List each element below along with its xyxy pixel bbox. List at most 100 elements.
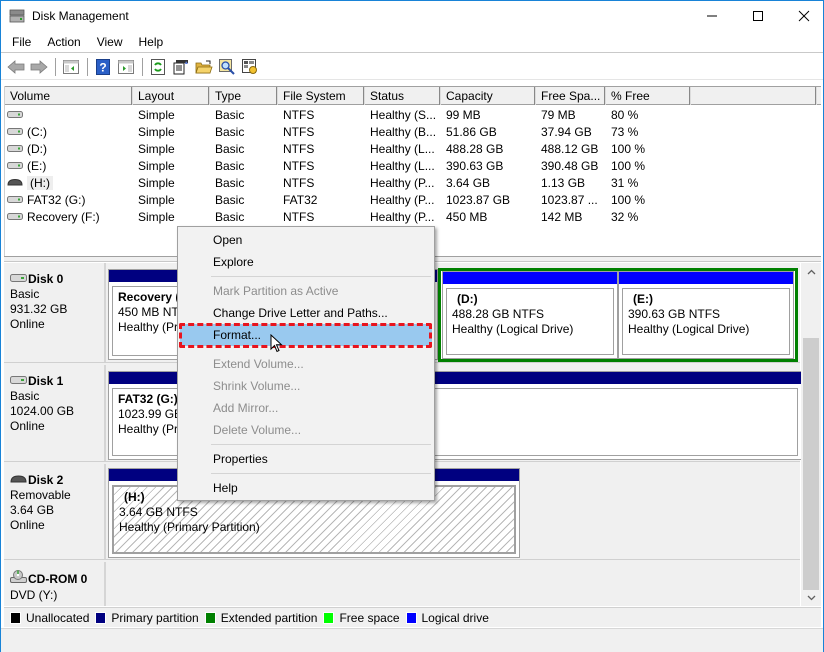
column-header-layout[interactable]: Layout — [133, 87, 210, 105]
legend-label: Primary partition — [111, 610, 199, 625]
volume-row[interactable]: (E:) Simple Basic NTFS Healthy (L... 390.63 G… — [5, 157, 691, 174]
back-button[interactable] — [5, 57, 27, 77]
hard-disk-icon — [10, 272, 27, 287]
column-header-type[interactable]: Type — [210, 87, 278, 105]
capacity-cell: 99 MB — [446, 107, 481, 122]
partition-name: (D:) — [457, 292, 478, 306]
context-menu-separator — [211, 444, 431, 445]
maximize-button[interactable] — [735, 1, 781, 31]
context-menu-item-properties[interactable]: Properties — [180, 448, 432, 470]
menu-help[interactable]: Help — [133, 33, 170, 52]
properties-button[interactable] — [170, 57, 192, 77]
scroll-up-button[interactable] — [801, 263, 821, 280]
status-cell: Healthy (L... — [370, 158, 435, 173]
percent-free-cell: 31 % — [611, 175, 639, 190]
partition-size: 3.64 GB NTFS — [119, 505, 198, 519]
percent-free-cell: 32 % — [611, 209, 639, 224]
volume-cell: Recovery (F:) — [5, 210, 133, 224]
close-button[interactable] — [781, 1, 824, 31]
menu-view[interactable]: View — [91, 33, 129, 52]
svg-text:?: ? — [99, 61, 106, 75]
toolbar-separator — [142, 58, 143, 76]
open-button[interactable] — [193, 57, 215, 77]
free-space-cell: 142 MB — [541, 209, 583, 224]
toolbar-separator — [87, 58, 88, 76]
volume-cell: (E:) — [5, 159, 133, 173]
free-space-cell: 488.12 GB — [541, 141, 599, 156]
action-pane-icon — [118, 60, 134, 74]
disk-0-type: Basic — [10, 287, 40, 301]
context-menu-item-shrink-volume[interactable]: Shrink Volume... — [180, 375, 432, 397]
volume-row[interactable]: FAT32 (G:) Simple Basic FAT32 Healthy (P... 1… — [5, 191, 691, 208]
disk-1-label[interactable]: Disk 1 Basic 1024.00 GB Online — [4, 365, 106, 461]
volume-row[interactable]: Recovery (F:) Simple Basic NTFS Healthy (P..… — [5, 208, 691, 225]
removable-disk-icon — [10, 473, 27, 488]
context-menu-item-change-drive-letter[interactable]: Change Drive Letter and Paths... — [180, 302, 432, 324]
show-hide-console-tree-button[interactable] — [60, 57, 82, 77]
help-button[interactable]: ? — [92, 57, 114, 77]
context-menu-item-explore[interactable]: Explore — [180, 251, 432, 273]
context-menu-item-open[interactable]: Open — [180, 229, 432, 251]
free-space-cell: 1023.87 ... — [541, 192, 598, 207]
disk-0-label[interactable]: Disk 0 Basic 931.32 GB Online — [4, 263, 106, 362]
column-header-file-system[interactable]: File System — [278, 87, 365, 105]
disk-1-status: Online — [10, 419, 45, 433]
file-system-cell: NTFS — [283, 141, 315, 156]
cdrom-0-label[interactable]: CD-ROM 0 DVD (Y:) — [4, 562, 106, 606]
find-button[interactable] — [216, 57, 238, 77]
volume-name: Recovery (F:) — [27, 209, 100, 224]
hard-disk-icon — [7, 159, 23, 173]
refresh-button[interactable] — [147, 57, 169, 77]
percent-free-cell: 80 % — [611, 107, 639, 122]
context-menu-item-mark-partition-active[interactable]: Mark Partition as Active — [180, 280, 432, 302]
capacity-cell: 51.86 GB — [446, 124, 497, 139]
partition-d[interactable]: (D:) 488.28 GB NTFS Healthy (Logical Dri… — [442, 271, 618, 359]
layout-cell: Simple — [138, 192, 175, 207]
scroll-down-button[interactable] — [801, 589, 821, 606]
legend-item: Logical drive — [405, 611, 489, 625]
column-header-volume[interactable]: Volume — [5, 87, 133, 105]
disk-view-scrollbar[interactable] — [801, 263, 821, 606]
volume-row[interactable]: Simple Basic NTFS Healthy (S... 99 MB 79 MB 80… — [5, 106, 691, 123]
context-menu-item-delete-volume[interactable]: Delete Volume... — [180, 419, 432, 441]
volume-name: FAT32 (G:) — [27, 192, 86, 207]
show-hide-action-pane-button[interactable] — [115, 57, 137, 77]
volume-cell: (H:) — [5, 175, 133, 190]
partition-e[interactable]: (E:) 390.63 GB NTFS Healthy (Logical Dri… — [618, 271, 794, 359]
volume-row[interactable]: (C:) Simple Basic NTFS Healthy (B... 51.86 GB… — [5, 123, 691, 140]
context-menu-item-help[interactable]: Help — [180, 477, 432, 499]
forward-button[interactable] — [28, 57, 50, 77]
cd-rom-icon — [10, 570, 27, 588]
volume-row[interactable]: (D:) Simple Basic NTFS Healthy (L... 488.28 G… — [5, 140, 691, 157]
settings-button[interactable] — [239, 57, 261, 77]
logical-drive-bar — [443, 272, 617, 284]
column-header-status[interactable]: Status — [365, 87, 441, 105]
scroll-thumb[interactable] — [803, 338, 819, 590]
context-menu-item-format[interactable]: Format... — [180, 324, 432, 346]
type-cell: Basic — [215, 107, 245, 122]
menu-file[interactable]: File — [6, 33, 37, 52]
free-space-cell: 390.48 GB — [541, 158, 599, 173]
context-menu-item-extend-volume[interactable]: Extend Volume... — [180, 353, 432, 375]
disk-2-label[interactable]: Disk 2 Removable 3.64 GB Online — [4, 464, 106, 559]
partition-status: Healthy (Primary Partition) — [119, 520, 260, 534]
column-header-percent-free[interactable]: % Free — [606, 87, 691, 105]
context-menu-item-add-mirror[interactable]: Add Mirror... — [180, 397, 432, 419]
column-header-free-space[interactable]: Free Spa... — [536, 87, 606, 105]
type-cell: Basic — [215, 158, 245, 173]
menu-action[interactable]: Action — [41, 33, 86, 52]
free-space-cell: 1.13 GB — [541, 175, 586, 190]
column-header-capacity[interactable]: Capacity — [441, 87, 536, 105]
volume-cell — [5, 108, 133, 122]
partition-name: (E:) — [633, 292, 653, 306]
volume-row[interactable]: (H:) Simple Basic NTFS Healthy (P... 3.64 GB 1… — [5, 174, 691, 191]
minimize-button[interactable] — [689, 1, 735, 31]
open-folder-icon — [195, 60, 213, 74]
type-cell: Basic — [215, 124, 245, 139]
partition-status: Healthy (Logical Drive) — [452, 322, 574, 336]
toolbar-separator — [55, 58, 56, 76]
refresh-icon — [151, 59, 165, 75]
chevron-down-icon — [807, 595, 815, 600]
file-system-cell: NTFS — [283, 175, 315, 190]
layout-cell: Simple — [138, 107, 175, 122]
